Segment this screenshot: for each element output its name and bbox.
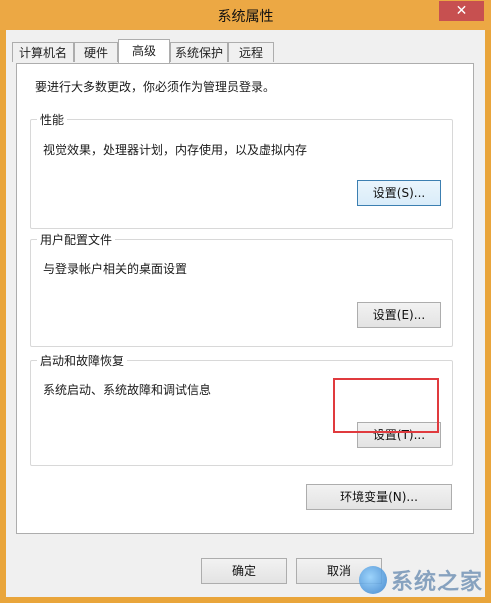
performance-settings-button[interactable]: 设置(S)... [357,180,441,206]
watermark: 系统之家 [358,563,483,597]
startup-recovery-group-title: 启动和故障恢复 [37,352,128,369]
performance-description: 视觉效果，处理器计划，内存使用，以及虚拟内存 [43,143,308,157]
user-profile-settings-button[interactable]: 设置(E)... [357,302,441,328]
performance-group: 性能 视觉效果，处理器计划，内存使用，以及虚拟内存 设置(S)... [30,111,453,229]
user-profile-description: 与登录帐户相关的桌面设置 [43,262,188,276]
ok-button[interactable]: 确定 [201,558,287,584]
system-properties-window: 系统属性 ✕ 计算机名 硬件 高级 系统保护 远程 要进行大多数更改，你必须作为… [0,0,491,603]
environment-variables-button[interactable]: 环境变量(N)... [306,484,452,510]
user-profile-group: 用户配置文件 与登录帐户相关的桌面设置 设置(E)... [30,231,453,347]
window-title: 系统属性 [217,9,274,25]
admin-notice: 要进行大多数更改，你必须作为管理员登录。 [35,80,276,94]
watermark-text: 系统之家 [390,570,483,595]
tab-remote[interactable]: 远程 [228,42,274,62]
user-profile-group-title: 用户配置文件 [37,231,116,248]
tab-hardware[interactable]: 硬件 [74,42,118,62]
tab-system-protection[interactable]: 系统保护 [170,42,228,62]
startup-recovery-description: 系统启动、系统故障和调试信息 [43,383,212,397]
watermark-logo-icon [358,566,387,594]
close-button[interactable]: ✕ [439,1,484,21]
dialog-client-area: 计算机名 硬件 高级 系统保护 远程 要进行大多数更改，你必须作为管理员登录。 … [6,30,485,597]
performance-group-title: 性能 [37,111,68,128]
tab-advanced[interactable]: 高级 [118,39,170,63]
advanced-tab-panel: 要进行大多数更改，你必须作为管理员登录。 性能 视觉效果，处理器计划，内存使用，… [16,63,474,534]
tab-computer-name[interactable]: 计算机名 [12,42,74,62]
highlight-box [333,378,439,433]
title-bar[interactable]: 系统属性 ✕ [0,0,491,30]
